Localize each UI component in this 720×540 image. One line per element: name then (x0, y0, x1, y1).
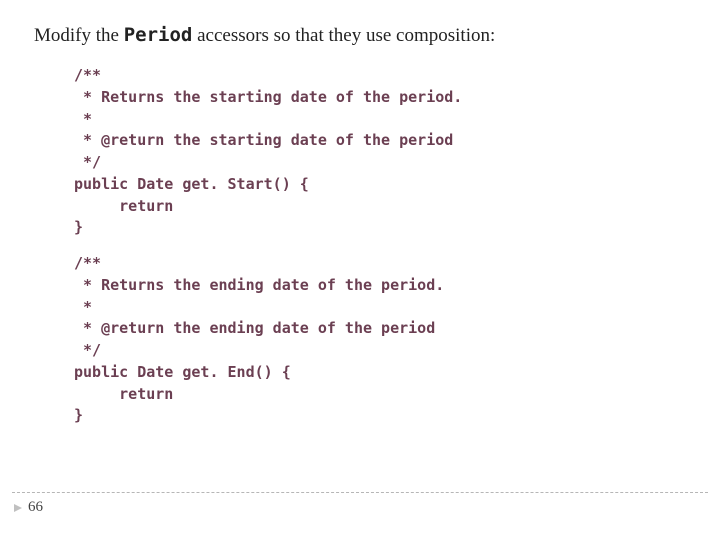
code-block-getstart: /** * Returns the starting date of the p… (74, 65, 686, 239)
slide: Modify the Period accessors so that they… (0, 0, 720, 540)
code-block-getend: /** * Returns the ending date of the per… (74, 253, 686, 427)
arrow-icon (14, 504, 22, 512)
slide-footer: 66 (0, 492, 720, 516)
slide-title: Modify the Period accessors so that they… (34, 24, 686, 47)
title-after: accessors so that they use composition: (192, 25, 495, 46)
title-mono: Period (124, 24, 193, 46)
page-number: 66 (28, 499, 43, 516)
footer-divider (12, 492, 708, 493)
title-before: Modify the (34, 25, 124, 46)
page-number-wrap: 66 (0, 499, 720, 516)
